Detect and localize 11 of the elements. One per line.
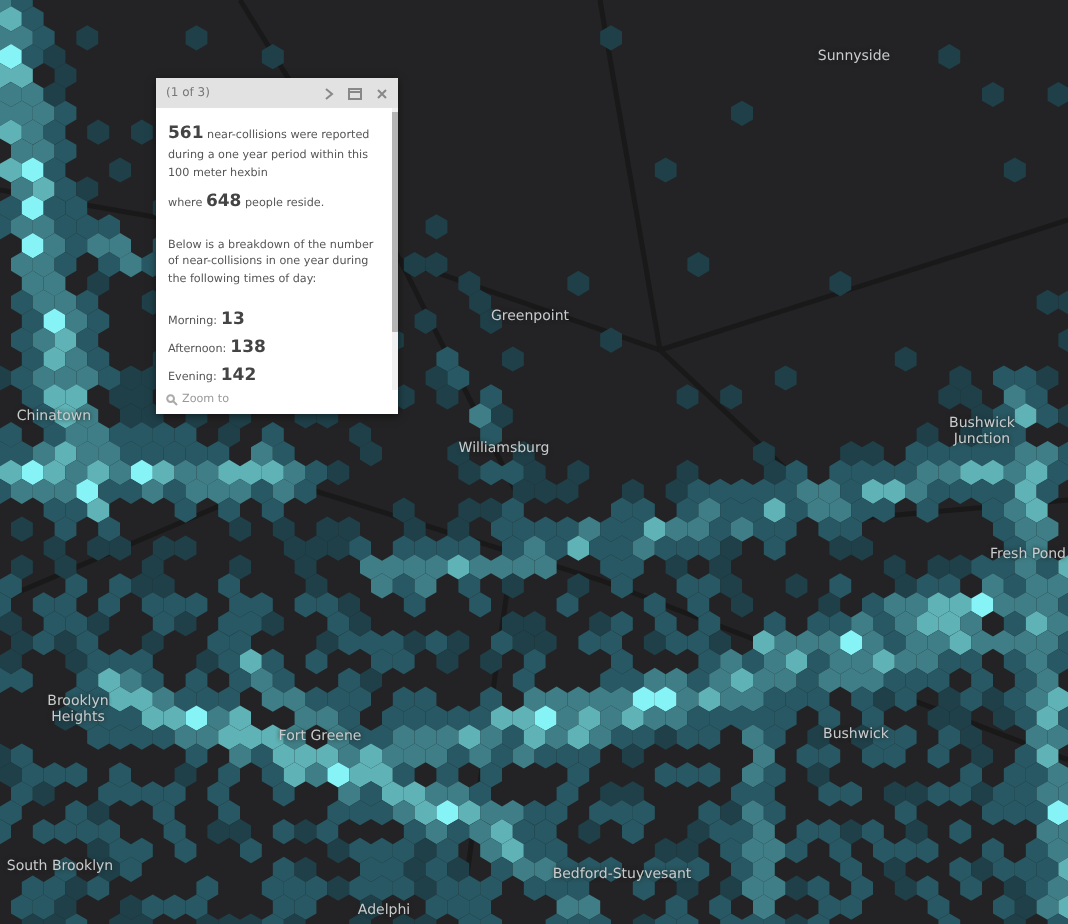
next-button[interactable]: [322, 86, 336, 100]
chevron-right-icon: [324, 87, 334, 99]
dock-button[interactable]: [348, 86, 362, 100]
window-icon: [348, 87, 362, 99]
time-count: 142: [220, 365, 257, 386]
time-count: 138: [230, 337, 266, 358]
close-icon: [375, 87, 387, 99]
scrollbar-thumb[interactable]: [392, 112, 398, 332]
search-icon: [166, 393, 178, 406]
close-button[interactable]: [374, 86, 388, 100]
time-count: 13: [221, 309, 245, 330]
